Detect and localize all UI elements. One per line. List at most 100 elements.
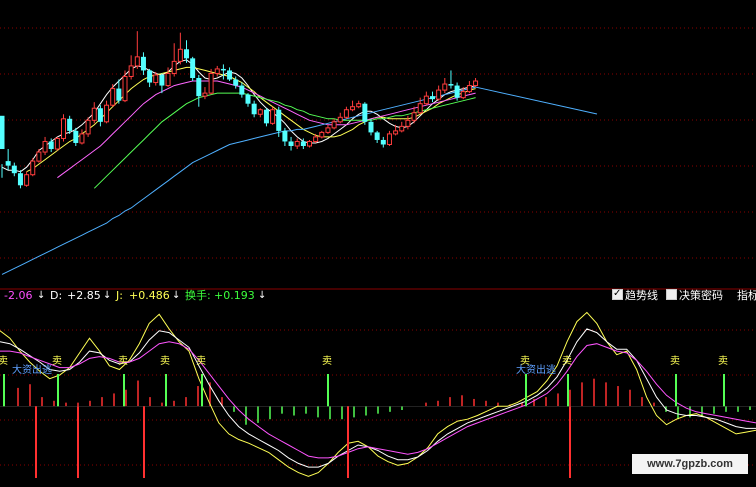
candle-body xyxy=(411,112,417,121)
candle-body xyxy=(11,165,17,174)
candle-body xyxy=(196,78,202,97)
candle-body xyxy=(331,121,337,129)
watermark: www.7gpzb.com xyxy=(632,454,748,474)
candle-body xyxy=(386,133,392,145)
candle-body xyxy=(294,140,300,147)
candle-body xyxy=(67,118,73,131)
escape-label: 大资出逃 xyxy=(12,363,52,376)
candle-body xyxy=(417,103,423,114)
candle-body xyxy=(233,79,239,86)
candle-body xyxy=(122,75,128,102)
candle-body xyxy=(165,72,171,87)
candle-body xyxy=(61,118,66,139)
sell-label: 卖 xyxy=(562,355,572,367)
legend-trend-label: 趋势线 xyxy=(625,289,658,302)
candle-body xyxy=(245,94,251,104)
down-arrow-icon: ↓ xyxy=(103,290,112,301)
checkbox-icon[interactable] xyxy=(612,287,623,301)
candle-body xyxy=(116,88,122,101)
turnover-value: +0.193 xyxy=(214,289,255,302)
down-arrow-icon: ↓ xyxy=(37,290,46,301)
candle-body xyxy=(460,91,466,99)
turnover-label: 换手: xyxy=(185,289,211,302)
candle-body xyxy=(270,109,276,124)
legend-decision-toggle[interactable]: 决策密码 xyxy=(666,289,723,303)
sell-label: 卖 xyxy=(196,355,206,367)
candle-body xyxy=(362,103,368,122)
candle-body xyxy=(263,109,269,124)
candle-body xyxy=(300,141,306,146)
candle-body xyxy=(239,85,245,95)
candle-body xyxy=(368,121,374,133)
candle-body xyxy=(337,116,343,123)
legend-decision-label: 决策密码 xyxy=(679,289,723,302)
candle-body xyxy=(282,130,288,142)
candle-body xyxy=(97,108,103,122)
candle-body xyxy=(423,95,429,105)
candle-body xyxy=(190,58,196,78)
candle-body xyxy=(454,85,460,98)
sell-label: 卖 xyxy=(670,355,680,367)
legend-indicator-label[interactable]: 指标 xyxy=(737,289,756,303)
j-value: +0.486 xyxy=(129,289,170,302)
candle-body xyxy=(153,74,159,84)
sell-label: 卖 xyxy=(718,355,728,367)
candle-body xyxy=(350,106,356,111)
candle-body xyxy=(307,140,312,147)
candle-body xyxy=(257,109,263,115)
sell-label: 卖 xyxy=(0,355,8,367)
candle-body xyxy=(24,174,30,186)
sell-label: 卖 xyxy=(52,355,62,367)
candle-body xyxy=(54,137,60,150)
k-value: -2.06 xyxy=(4,289,33,302)
candle-body xyxy=(184,49,189,59)
sell-label: 卖 xyxy=(160,355,170,367)
indicator-header: -2.06 ↓ D: +2.85 ↓ J: +0.486 ↓ 换手: +0.19… xyxy=(0,287,756,303)
candle-body xyxy=(356,103,362,108)
d-value: +2.85 xyxy=(67,289,101,302)
down-arrow-icon: ↓ xyxy=(172,290,181,301)
legend-trend-toggle[interactable]: 趋势线 xyxy=(612,287,658,303)
candle-body xyxy=(380,139,386,145)
candle-body xyxy=(85,119,91,135)
candle-body xyxy=(208,72,214,94)
down-arrow-icon: ↓ xyxy=(258,290,267,301)
candle-body xyxy=(448,84,454,86)
candle-body xyxy=(430,96,435,100)
candle-body xyxy=(473,80,479,87)
candle-body xyxy=(110,88,116,106)
stock-chart: 卖卖卖卖卖卖卖卖卖卖大资出逃 大资出逃 xyxy=(0,0,756,487)
checkbox-icon[interactable] xyxy=(666,289,677,300)
candle-body xyxy=(343,109,349,118)
candle-body xyxy=(48,141,54,150)
candle-body xyxy=(374,132,380,140)
candle-body xyxy=(0,115,5,150)
candle-body xyxy=(140,56,146,71)
candle-body xyxy=(104,104,110,123)
candle-body xyxy=(227,70,233,80)
candle-body xyxy=(91,107,97,121)
candle-body xyxy=(405,119,411,127)
d-label: D: xyxy=(50,289,63,302)
candle-body xyxy=(73,130,79,143)
sell-label: 卖 xyxy=(118,355,128,367)
candle-body xyxy=(134,56,140,67)
candle-body xyxy=(30,160,36,176)
candle-body xyxy=(42,140,48,153)
escape-label: 大资出逃 xyxy=(516,363,556,376)
candle-body xyxy=(128,65,134,77)
candle-body xyxy=(399,125,405,132)
chart-background xyxy=(0,0,756,487)
candle-body xyxy=(171,60,177,74)
candle-body xyxy=(436,89,442,100)
candle-body xyxy=(147,70,153,83)
candle-body xyxy=(159,74,165,86)
candle-body xyxy=(288,141,294,146)
candle-body xyxy=(177,48,183,62)
j-label: J: xyxy=(116,289,123,302)
candle-body xyxy=(202,92,208,97)
candle-body xyxy=(251,103,257,115)
candle-body xyxy=(36,151,42,162)
candle-body xyxy=(17,173,23,186)
candle-body xyxy=(79,133,85,144)
